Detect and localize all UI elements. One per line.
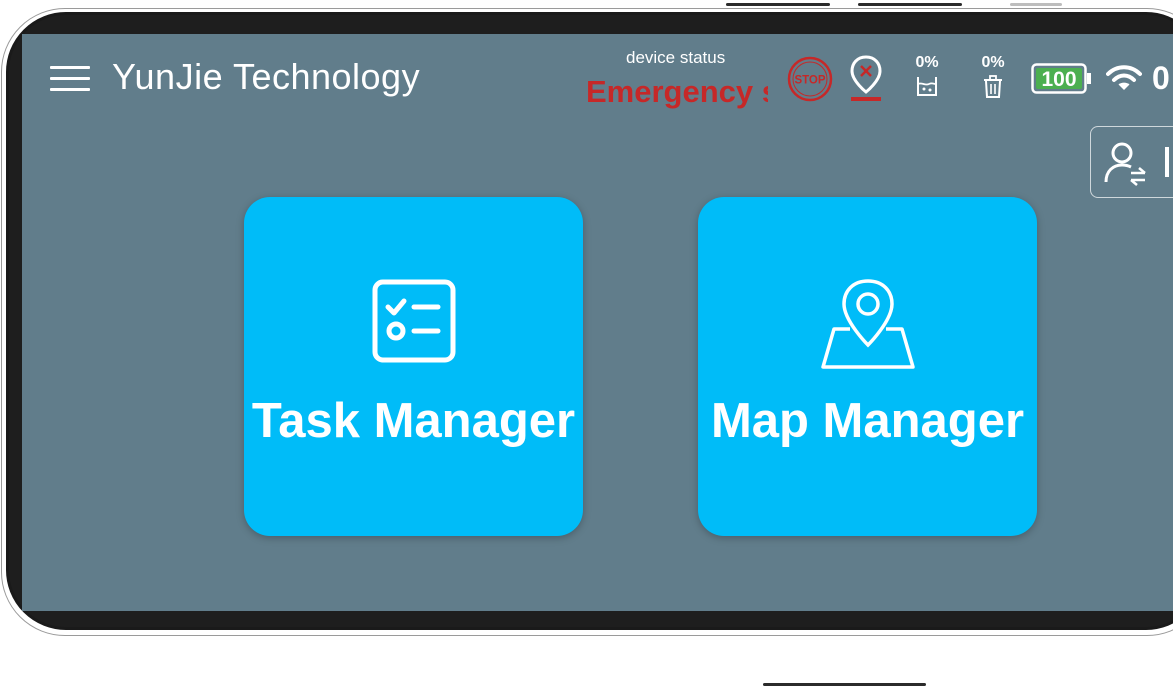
wifi-value: 0 xyxy=(1152,60,1170,96)
device-top-bar-mid xyxy=(858,3,962,6)
device-status-value: Emergency s xyxy=(586,74,768,109)
checklist-icon xyxy=(372,279,455,363)
menu-icon[interactable] xyxy=(50,66,90,94)
stop-icon[interactable]: STOP xyxy=(787,56,833,102)
top-bar: YunJie Technology device status Emergenc… xyxy=(22,34,1173,124)
device-top-bar-right xyxy=(1010,3,1062,6)
device-bottom-bar xyxy=(763,683,926,686)
device-top-bar-left xyxy=(726,3,830,6)
trash-icon xyxy=(984,75,1002,98)
app-title: YunJie Technology xyxy=(112,56,421,97)
location-error-icon xyxy=(848,54,884,104)
map-manager-label: Map Manager xyxy=(710,394,1025,448)
water-level-indicator: 0% xyxy=(907,54,947,97)
task-manager-label: Task Manager xyxy=(251,394,576,448)
stop-icon-label: STOP xyxy=(794,75,825,87)
user-switch-icon xyxy=(1104,142,1146,186)
trash-level-value: 0% xyxy=(981,54,1005,71)
map-pin-icon xyxy=(820,279,915,369)
user-switch-button[interactable] xyxy=(1090,126,1173,198)
user-button-edge xyxy=(1165,147,1169,177)
map-manager-card[interactable]: Map Manager xyxy=(698,197,1037,536)
trash-level-indicator: 0% xyxy=(973,54,1013,99)
task-manager-card[interactable]: Task Manager xyxy=(244,197,583,536)
wifi-icon xyxy=(1106,64,1142,94)
battery-value: 100 xyxy=(1041,68,1076,91)
device-status-label: device status xyxy=(626,48,726,67)
app-screen: YunJie Technology device status Emergenc… xyxy=(22,34,1173,611)
battery-icon: 100 xyxy=(1031,63,1091,94)
water-tank-icon xyxy=(917,77,937,96)
water-level-value: 0% xyxy=(915,54,939,71)
